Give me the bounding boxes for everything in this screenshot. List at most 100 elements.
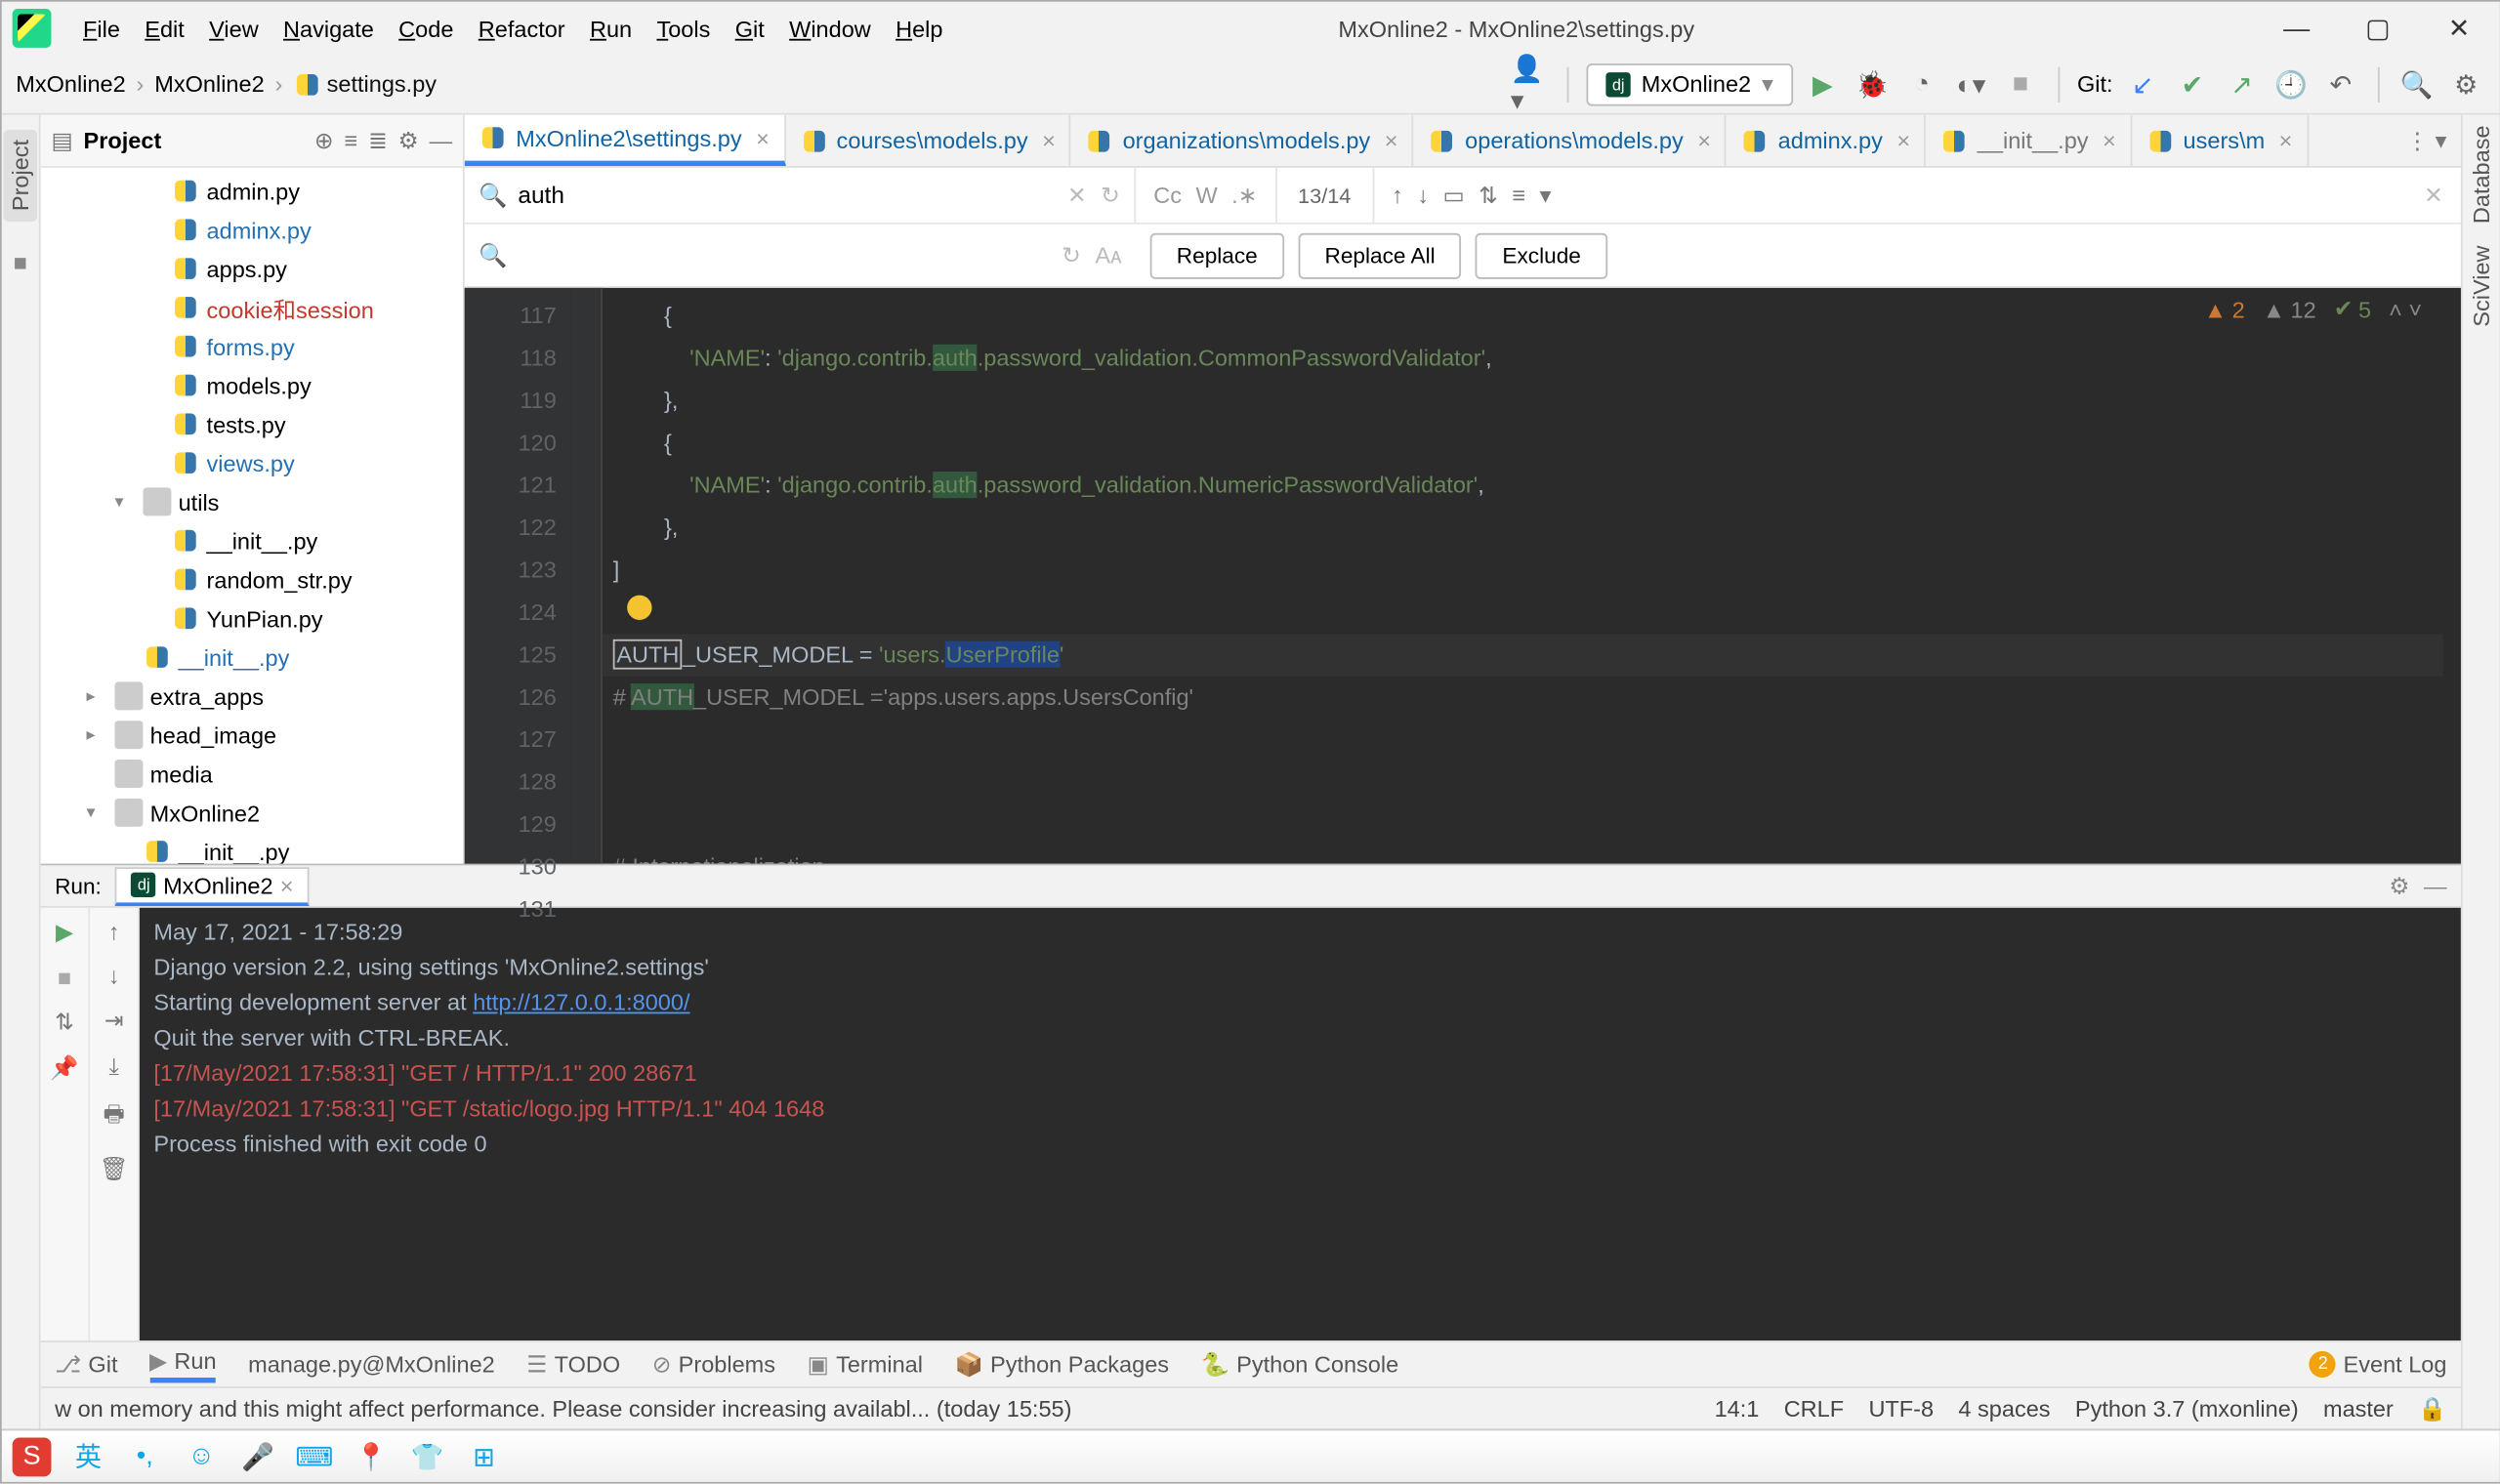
tree-item[interactable]: forms.py <box>41 327 463 366</box>
tree-item[interactable]: models.py <box>41 365 463 404</box>
close-tab-icon[interactable]: × <box>1385 127 1398 153</box>
editor-tab[interactable]: __init__.py× <box>1926 115 2132 166</box>
replace-button[interactable]: Replace <box>1150 232 1284 278</box>
tree-item[interactable]: admin.py <box>41 171 463 210</box>
git-update-icon[interactable]: ↙ <box>2123 64 2162 103</box>
menu-help[interactable]: Help <box>885 10 953 47</box>
tree-settings-icon[interactable]: ⚙ <box>398 126 419 154</box>
tree-item[interactable]: ▸extra_apps <box>41 677 463 716</box>
tool-pythonconsole[interactable]: 🐍Python Console <box>1201 1350 1399 1379</box>
settings-icon[interactable]: ⚙ <box>2446 64 2485 103</box>
tree-item[interactable]: random_str.py <box>41 559 463 598</box>
editor-tab[interactable]: courses\models.py× <box>785 115 1071 166</box>
run-settings-icon[interactable]: ⚙ <box>2389 872 2409 900</box>
match-case-icon[interactable]: Cc <box>1153 182 1182 208</box>
tree-item[interactable]: media <box>41 754 463 793</box>
status-right[interactable]: 14:1CRLFUTF-84 spacesPython 3.7 (mxonlin… <box>1689 1394 2446 1422</box>
tool-pythonpackages[interactable]: 📦Python Packages <box>955 1350 1170 1379</box>
exclude-button[interactable]: Exclude <box>1476 232 1607 278</box>
tool-terminal[interactable]: ▣Terminal <box>808 1350 923 1379</box>
tool-managepymxonline[interactable]: manage.py@MxOnline2 <box>248 1351 495 1378</box>
scroll-end-icon[interactable]: ⤓ <box>108 1052 118 1081</box>
coverage-button[interactable]: ◔ <box>1902 64 1941 103</box>
tree-item[interactable]: __init__.py <box>41 638 463 677</box>
close-tab-icon[interactable]: × <box>1697 127 1711 153</box>
stop-button[interactable]: ■ <box>2001 64 2040 103</box>
project-view-icon[interactable]: ▤ <box>51 126 72 154</box>
menu-tools[interactable]: Tools <box>646 10 722 47</box>
run-config-selector[interactable]: dj MxOnline2 ▾ <box>1587 62 1793 104</box>
debug-button[interactable]: 🐞 <box>1853 64 1892 103</box>
layout-icon[interactable]: ⇅ <box>55 1009 74 1037</box>
intention-bulb-icon[interactable] <box>627 596 651 620</box>
editor-tab[interactable]: users\m× <box>2132 115 2309 166</box>
breadcrumb[interactable]: MxOnline2›MxOnline2›settings.py <box>16 69 437 98</box>
ime-voice-icon[interactable]: 🎤 <box>238 1437 277 1476</box>
regex-icon[interactable]: .∗ <box>1231 181 1257 209</box>
clear-find-icon[interactable]: ✕ <box>1067 181 1087 209</box>
replace-all-button[interactable]: Replace All <box>1298 232 1461 278</box>
ime-punct-icon[interactable]: •, <box>125 1437 164 1476</box>
git-revert-icon[interactable]: ↶ <box>2321 64 2360 103</box>
next-match-icon[interactable]: ↓ <box>1417 182 1429 208</box>
maximize-button[interactable]: ▢ <box>2337 2 2418 55</box>
close-tab-icon[interactable]: × <box>2279 127 2293 153</box>
editor-tab[interactable]: organizations\models.py× <box>1071 115 1414 166</box>
project-tool-button[interactable]: Project <box>4 129 37 222</box>
funnel-icon[interactable]: ▾ <box>1540 181 1552 209</box>
event-log-button[interactable]: 2Event Log <box>2310 1351 2446 1378</box>
tree-item[interactable]: YunPian.py <box>41 598 463 638</box>
tree-item[interactable]: cookie和session <box>41 288 463 327</box>
sciview-tool-button[interactable]: SciView <box>2468 245 2494 326</box>
close-tab-icon[interactable]: × <box>1042 127 1056 153</box>
menu-run[interactable]: Run <box>579 10 643 47</box>
editor-tab[interactable]: MxOnline2\settings.py× <box>465 115 785 166</box>
ime-emoji-icon[interactable]: ☺ <box>182 1437 221 1476</box>
filter-icon[interactable]: ≡ <box>1512 182 1525 208</box>
replace-history-icon[interactable]: ↻ <box>1062 241 1081 269</box>
collapse-icon[interactable]: ≣ <box>368 126 388 154</box>
tree-item[interactable]: apps.py <box>41 249 463 288</box>
clear-icon[interactable]: 🗑 <box>100 1155 129 1183</box>
rerun-icon[interactable]: ▶ <box>56 919 73 947</box>
tree-item[interactable]: adminx.py <box>41 210 463 249</box>
hide-run-icon[interactable]: — <box>2424 873 2447 899</box>
git-history-icon[interactable]: 🕘 <box>2271 64 2311 103</box>
menu-git[interactable]: Git <box>725 10 775 47</box>
pin-icon[interactable]: 📌 <box>50 1054 78 1083</box>
menu-refactor[interactable]: Refactor <box>468 10 576 47</box>
tool-run[interactable]: ▶Run <box>149 1346 216 1381</box>
close-tab-icon[interactable]: × <box>1896 127 1910 153</box>
breadcrumb-seg[interactable]: MxOnline2 <box>154 70 264 97</box>
print-icon[interactable]: 🖶 <box>104 1098 125 1137</box>
preserve-case-icon[interactable]: Aᴀ <box>1095 242 1121 268</box>
locate-icon[interactable]: ⊕ <box>314 126 334 154</box>
tree-item[interactable]: tests.py <box>41 404 463 443</box>
main-menu[interactable]: FileEditViewNavigateCodeRefactorRunTools… <box>72 10 953 47</box>
git-commit-icon[interactable]: ✔ <box>2173 64 2212 103</box>
replace-input[interactable] <box>518 242 1062 268</box>
run-tab[interactable]: dj MxOnline2 × <box>115 866 310 905</box>
bookmarks-icon[interactable]: ■ <box>14 250 27 276</box>
prev-match-icon[interactable]: ↑ <box>1392 182 1403 208</box>
breadcrumb-seg[interactable]: settings.py <box>293 69 437 98</box>
tool-git[interactable]: ⎇Git <box>55 1350 117 1379</box>
tool-todo[interactable]: ☰TODO <box>526 1350 620 1379</box>
tree-item[interactable]: __init__.py <box>41 521 463 560</box>
close-tab-icon[interactable]: × <box>756 125 770 151</box>
menu-window[interactable]: Window <box>778 10 881 47</box>
git-push-icon[interactable]: ↗ <box>2223 64 2262 103</box>
editor-tab[interactable]: adminx.py× <box>1727 115 1926 166</box>
stop-run-icon[interactable]: ■ <box>58 965 71 991</box>
expand-icon[interactable]: ≡ <box>344 127 357 153</box>
menu-view[interactable]: View <box>198 10 269 47</box>
close-tab-icon[interactable]: × <box>2103 127 2116 153</box>
ime-toolbox-icon[interactable]: ⊞ <box>465 1437 504 1476</box>
tree-item[interactable]: views.py <box>41 443 463 482</box>
menu-file[interactable]: File <box>72 10 131 47</box>
select-all-icon[interactable]: ▭ <box>1442 181 1464 209</box>
find-history-icon[interactable]: ↻ <box>1101 181 1120 209</box>
menu-navigate[interactable]: Navigate <box>272 10 385 47</box>
ime-lang-icon[interactable]: 英 <box>69 1437 108 1476</box>
sogou-icon[interactable]: S <box>13 1437 52 1476</box>
